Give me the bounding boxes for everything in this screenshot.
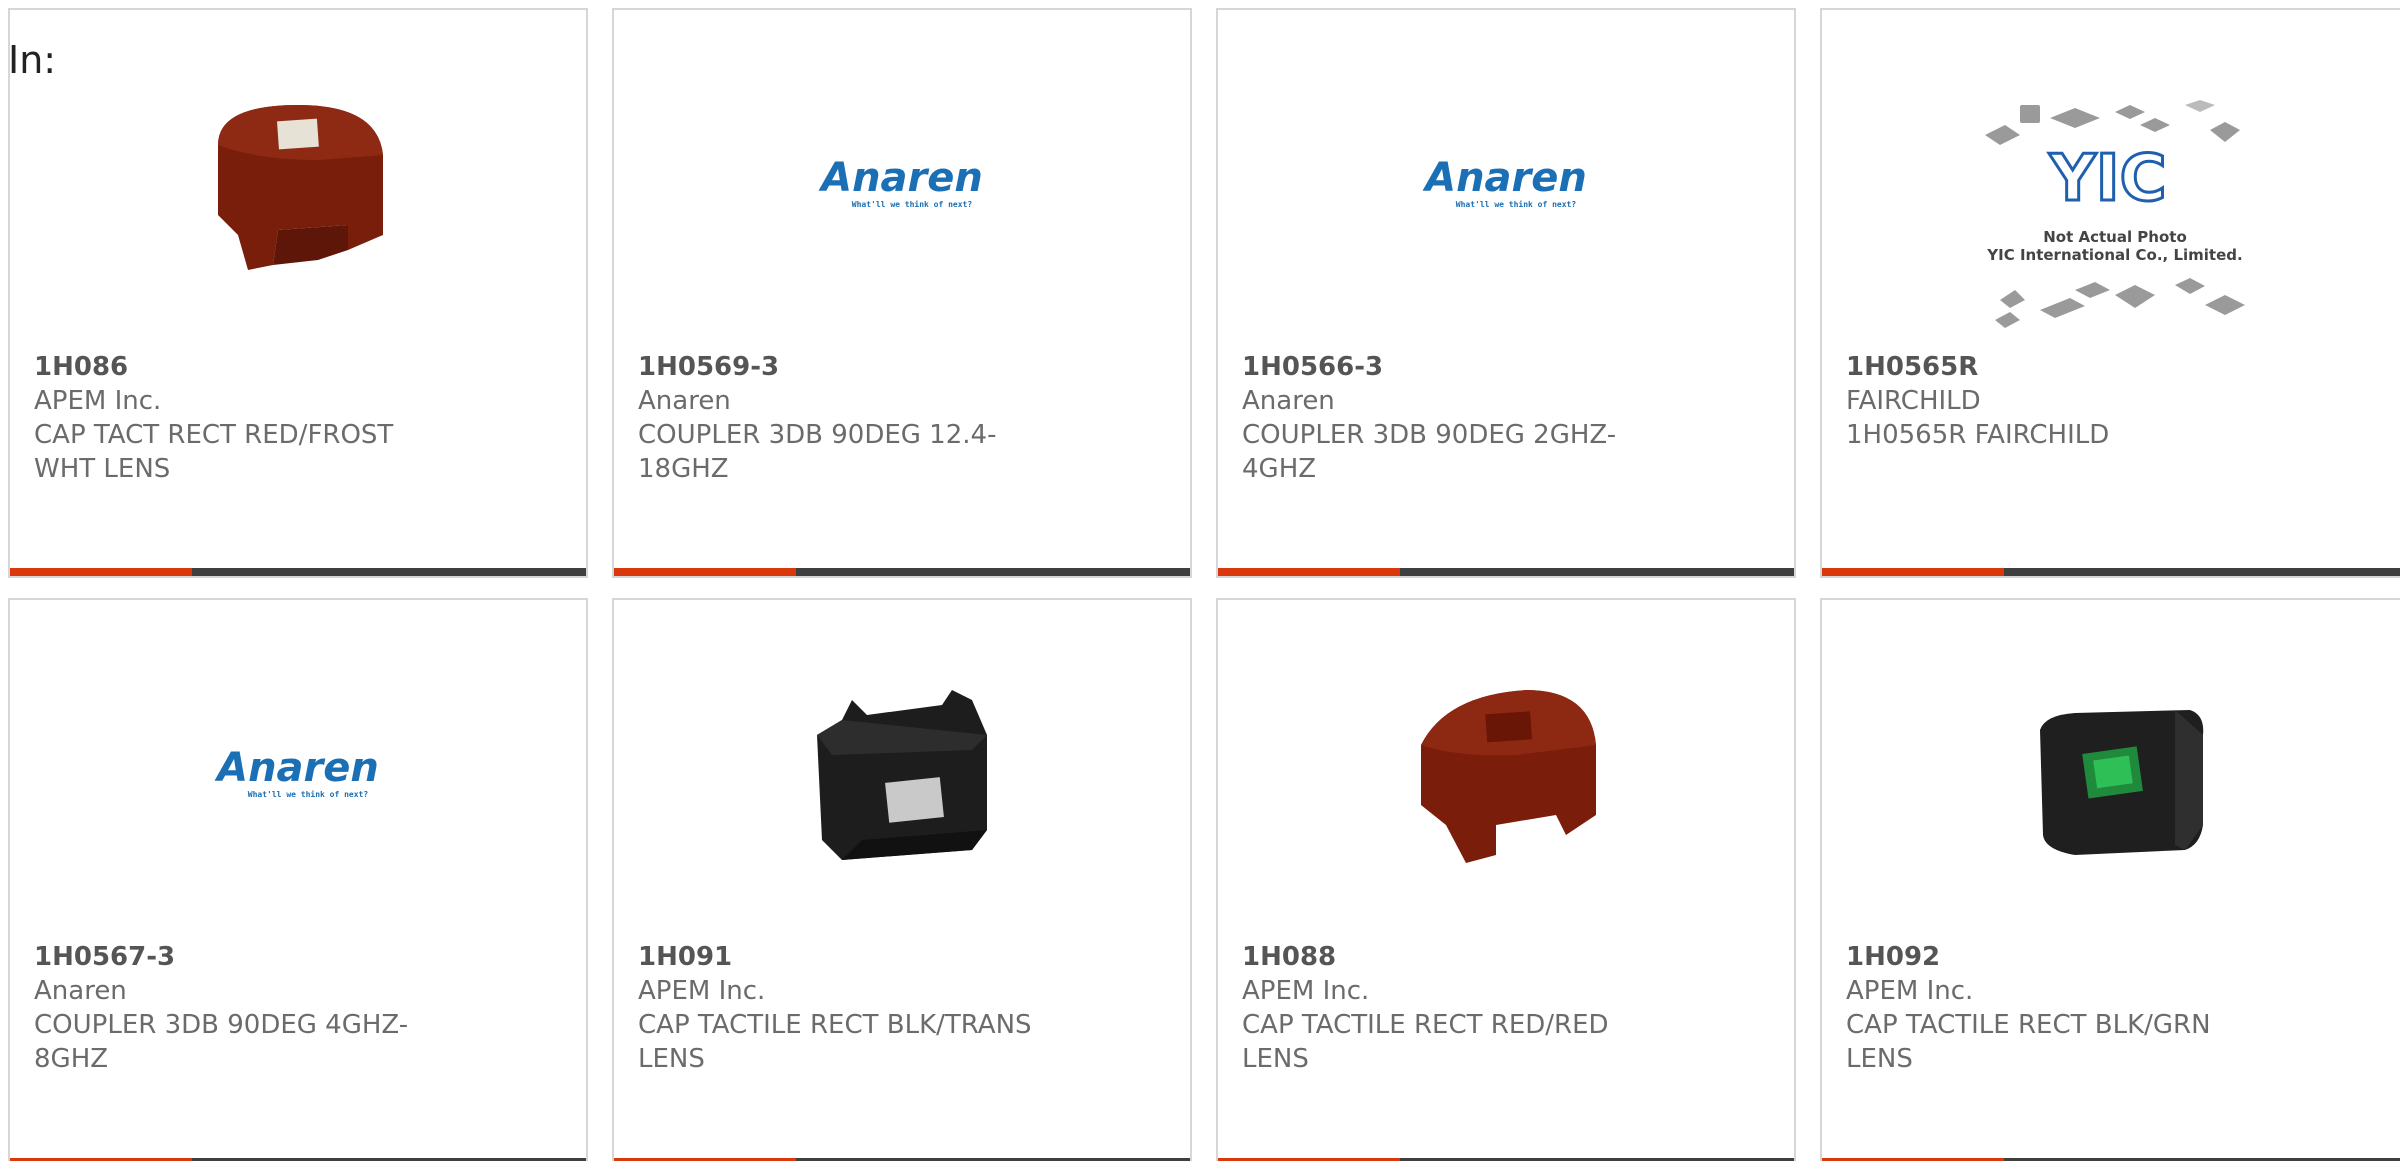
yic-caption-line1: Not Actual Photo xyxy=(2043,228,2187,246)
card-bottom-bar xyxy=(614,568,1190,576)
product-card[interactable]: 1H092 APEM Inc. CAP TACTILE RECT BLK/GRN… xyxy=(1820,598,2400,1161)
description-line: CAP TACTILE RECT RED/RED xyxy=(1242,1010,1609,1040)
description-line: 8GHZ xyxy=(34,1044,109,1074)
product-card[interactable]: 1H088 APEM Inc. CAP TACTILE RECT RED/RED… xyxy=(1216,598,1796,1161)
description-line: CAP TACTILE RECT BLK/TRANS xyxy=(638,1010,1032,1040)
anaren-logo-text: Anaren xyxy=(214,745,379,791)
description-line: LENS xyxy=(1242,1044,1309,1074)
manufacturer: APEM Inc. xyxy=(638,976,766,1006)
product-card[interactable]: 1H091 APEM Inc. CAP TACTILE RECT BLK/TRA… xyxy=(612,598,1192,1161)
description-line: CAP TACT RECT RED/FROST xyxy=(34,420,394,450)
description-line: COUPLER 3DB 90DEG 2GHZ- xyxy=(1242,420,1617,450)
anaren-tagline: What'll we think of next? xyxy=(852,199,973,209)
svg-text:YIC: YIC xyxy=(2048,142,2166,216)
anaren-logo-image: Anaren What'll we think of next? xyxy=(214,745,379,799)
card-accent-bar xyxy=(1218,568,1400,576)
black-cap-green-image xyxy=(2040,710,2204,855)
manufacturer: APEM Inc. xyxy=(1846,976,1974,1006)
part-number[interactable]: 1H0565R xyxy=(1846,350,2286,384)
card-accent-bar xyxy=(10,568,192,576)
product-image[interactable]: Anaren What'll we think of next? xyxy=(614,80,1190,290)
product-card[interactable]: Anaren What'll we think of next? 1H0567-… xyxy=(8,598,588,1161)
description-line: 1H0565R FAIRCHILD xyxy=(1846,420,2110,450)
in-label: In: xyxy=(8,38,57,82)
part-number[interactable]: 1H086 xyxy=(34,350,474,384)
description-line: 4GHZ xyxy=(1242,454,1317,484)
description-line: LENS xyxy=(638,1044,705,1074)
product-image[interactable] xyxy=(1218,670,1794,880)
red-cap-red-image xyxy=(1421,690,1596,863)
card-bottom-bar xyxy=(1822,568,2400,576)
card-bottom-bar xyxy=(1218,568,1794,576)
description-line: 18GHZ xyxy=(638,454,729,484)
manufacturer: APEM Inc. xyxy=(34,386,162,416)
part-number[interactable]: 1H092 xyxy=(1846,940,2286,974)
product-image[interactable]: Anaren What'll we think of next? xyxy=(1218,80,1794,290)
product-image[interactable] xyxy=(10,80,586,290)
description-line: WHT LENS xyxy=(34,454,171,484)
product-image[interactable] xyxy=(614,670,1190,880)
yic-caption-line2: YIC International Co., Limited. xyxy=(1986,246,2242,264)
product-image[interactable]: YIC Not Actual Photo YIC International C… xyxy=(1822,100,2400,340)
anaren-logo-text: Anaren xyxy=(1422,155,1587,201)
part-number[interactable]: 1H0569-3 xyxy=(638,350,1078,384)
part-number[interactable]: 1H0567-3 xyxy=(34,940,474,974)
product-card[interactable]: Anaren What'll we think of next? 1H0566-… xyxy=(1216,8,1796,578)
product-card[interactable]: 1H086 APEM Inc. CAP TACT RECT RED/FROST … xyxy=(8,8,588,578)
description-line: COUPLER 3DB 90DEG 4GHZ- xyxy=(34,1010,409,1040)
anaren-logo-image: Anaren What'll we think of next? xyxy=(818,155,983,209)
manufacturer: FAIRCHILD xyxy=(1846,386,1981,416)
part-number[interactable]: 1H088 xyxy=(1242,940,1682,974)
black-cap-trans-image xyxy=(817,690,987,860)
anaren-logo-image: Anaren What'll we think of next? xyxy=(1422,155,1587,209)
description-line: CAP TACTILE RECT BLK/GRN xyxy=(1846,1010,2211,1040)
description-line: COUPLER 3DB 90DEG 12.4- xyxy=(638,420,997,450)
red-cap-frost-image xyxy=(218,105,383,270)
product-image[interactable] xyxy=(1822,670,2400,880)
manufacturer: Anaren xyxy=(638,386,731,416)
part-number[interactable]: 1H0566-3 xyxy=(1242,350,1682,384)
anaren-tagline: What'll we think of next? xyxy=(1456,199,1577,209)
manufacturer: Anaren xyxy=(34,976,127,1006)
manufacturer: APEM Inc. xyxy=(1242,976,1370,1006)
card-accent-bar xyxy=(614,568,796,576)
card-accent-bar xyxy=(1822,568,2004,576)
anaren-tagline: What'll we think of next? xyxy=(248,789,369,799)
yic-placeholder-image: YIC Not Actual Photo YIC International C… xyxy=(1985,100,2245,328)
description-line: LENS xyxy=(1846,1044,1913,1074)
anaren-logo-text: Anaren xyxy=(818,155,983,201)
product-card[interactable]: Anaren What'll we think of next? 1H0569-… xyxy=(612,8,1192,578)
manufacturer: Anaren xyxy=(1242,386,1335,416)
card-bottom-bar xyxy=(10,568,586,576)
product-card[interactable]: YIC Not Actual Photo YIC International C… xyxy=(1820,8,2400,578)
product-image[interactable]: Anaren What'll we think of next? xyxy=(10,670,586,880)
part-number[interactable]: 1H091 xyxy=(638,940,1078,974)
